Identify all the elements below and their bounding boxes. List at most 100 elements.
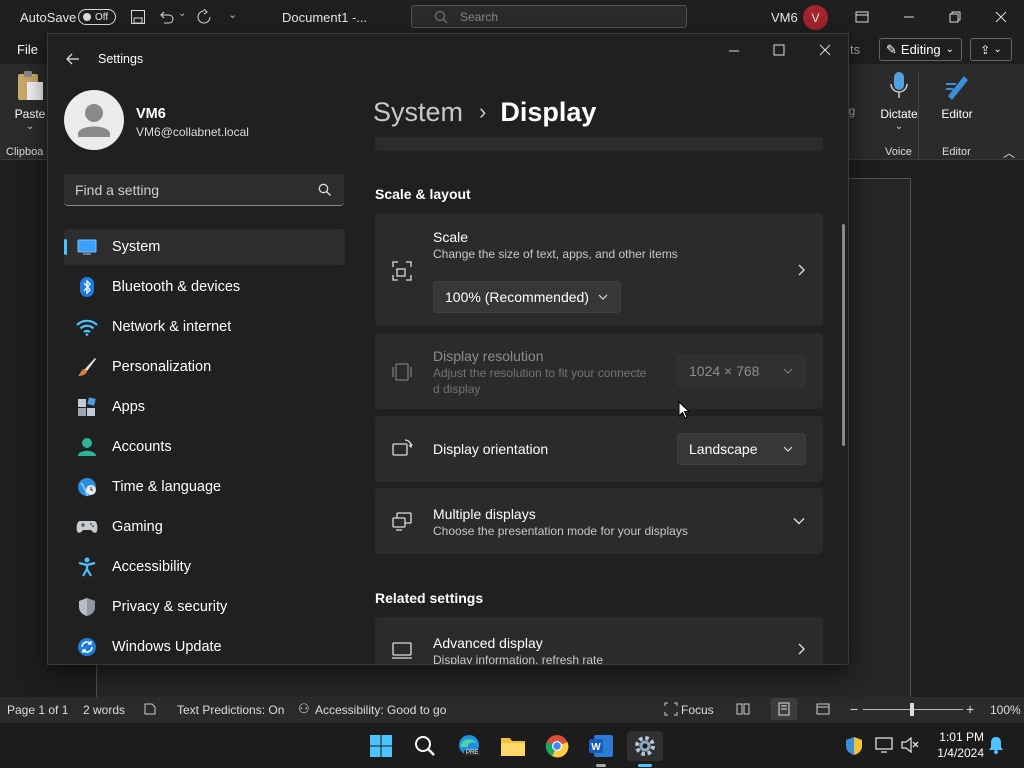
chevron-down-icon <box>783 446 793 452</box>
sidebar-item-apps[interactable]: Apps <box>64 389 345 425</box>
security-shield-icon[interactable] <box>845 736 863 756</box>
sidebar-item-personalization[interactable]: Personalization <box>64 349 345 385</box>
taskbar-settings[interactable] <box>627 731 663 767</box>
resolution-title: Display resolution <box>433 348 544 364</box>
word-search-box[interactable]: Search <box>411 5 687 28</box>
chevron-down-icon: ⌄ <box>894 121 904 132</box>
accessibility-icon <box>76 556 98 578</box>
chevron-down-icon <box>598 294 608 300</box>
focus-button[interactable]: Focus <box>681 703 714 717</box>
sidebar-item-windows-update[interactable]: Windows Update <box>64 629 345 664</box>
maximize-icon[interactable] <box>772 43 786 57</box>
back-arrow-icon[interactable] <box>66 52 80 66</box>
zoom-in-icon[interactable]: + <box>966 701 974 717</box>
orientation-title: Display orientation <box>433 441 549 457</box>
previous-card-partial <box>375 137 823 151</box>
mouse-cursor-icon <box>678 401 690 419</box>
taskbar-chrome[interactable] <box>542 731 572 761</box>
avatar[interactable] <box>64 90 124 150</box>
save-icon[interactable] <box>130 9 146 25</box>
apps-icon <box>76 396 98 418</box>
restore-icon[interactable] <box>948 10 962 24</box>
multiple-displays-card[interactable]: Multiple displays Choose the presentatio… <box>375 488 823 554</box>
minimize-icon[interactable] <box>902 10 916 24</box>
zoom-slider-thumb[interactable] <box>910 703 914 716</box>
page-count[interactable]: Page 1 of 1 <box>7 703 68 717</box>
notification-bell-icon[interactable] <box>988 736 1004 754</box>
settings-scrollbar[interactable] <box>842 224 845 446</box>
taskbar-word[interactable]: W <box>586 731 616 767</box>
minimize-icon[interactable] <box>727 44 741 58</box>
sidebar-item-accounts[interactable]: Accounts <box>64 429 345 465</box>
collapse-ribbon-icon[interactable]: ︿ <box>1003 144 1015 161</box>
read-mode-icon[interactable] <box>736 702 750 716</box>
advanced-display-subtitle: Display information, refresh rate <box>433 653 604 665</box>
text-predictions-status[interactable]: Text Predictions: On <box>177 703 284 717</box>
ribbon-display-icon[interactable] <box>855 10 869 24</box>
resolution-dropdown: 1024 × 768 <box>677 355 806 387</box>
chevron-down-icon <box>783 368 793 374</box>
advanced-display-card[interactable]: Advanced display Display information, re… <box>375 617 823 665</box>
find-setting-input[interactable]: Find a setting <box>64 174 344 206</box>
chevron-right-icon <box>798 264 805 275</box>
search-icon <box>415 736 435 756</box>
volume-muted-icon[interactable] <box>901 737 919 753</box>
accessibility-icon: ⚇ <box>298 701 310 716</box>
clipboard-group-label: Clipboa <box>6 146 44 158</box>
breadcrumb-separator: › <box>479 99 487 124</box>
editor-pen-icon <box>946 76 968 100</box>
settings-window: Settings VM6 VM6@collabnet.local Find a … <box>47 33 849 665</box>
scale-dropdown[interactable]: 100% (Recommended) <box>433 281 621 313</box>
sidebar-item-time-language[interactable]: Time & language <box>64 469 345 505</box>
chrome-icon <box>545 735 569 758</box>
close-icon[interactable] <box>818 43 832 57</box>
start-button[interactable] <box>366 731 396 761</box>
zoom-out-icon[interactable]: − <box>850 701 858 717</box>
undo-dropdown-icon[interactable]: ⌄ <box>178 8 186 19</box>
pencil-icon: ✎ <box>886 41 897 57</box>
editor-button[interactable]: Editor <box>936 70 978 134</box>
sidebar-item-privacy-security[interactable]: Privacy & security <box>64 589 345 625</box>
gear-icon <box>635 736 655 756</box>
clock[interactable]: 1:01 PM 1/4/2024 <box>928 729 984 761</box>
taskbar-file-explorer[interactable] <box>498 731 528 761</box>
network-icon[interactable] <box>875 737 893 753</box>
sidebar-item-accessibility[interactable]: Accessibility <box>64 549 345 585</box>
person-icon <box>78 104 110 137</box>
paste-button[interactable]: Paste ⌄ <box>12 70 48 134</box>
close-icon[interactable] <box>994 10 1008 24</box>
zoom-level[interactable]: 100% <box>990 703 1021 717</box>
word-user-avatar[interactable]: V <box>803 5 828 30</box>
sidebar-item-network[interactable]: Network & internet <box>64 309 345 345</box>
redo-icon[interactable] <box>196 9 212 25</box>
proofing-icon[interactable] <box>143 702 157 716</box>
scale-card[interactable]: Scale Change the size of text, apps, and… <box>375 213 823 326</box>
svg-text:W: W <box>591 742 601 753</box>
taskbar-edge-beta[interactable]: PRE <box>454 731 484 761</box>
taskbar-search-button[interactable] <box>410 731 440 761</box>
sidebar-item-system[interactable]: System <box>64 229 345 265</box>
autosave-toggle[interactable]: Off <box>78 9 116 25</box>
editing-mode-button[interactable]: ✎ Editing ⌄ <box>879 38 962 61</box>
word-count[interactable]: 2 words <box>83 703 125 717</box>
share-button[interactable]: ⇪ ⌄ <box>970 38 1012 61</box>
undo-icon[interactable] <box>158 9 174 25</box>
scale-title: Scale <box>433 229 469 245</box>
settings-title: Settings <box>98 52 144 66</box>
sidebar-item-bluetooth[interactable]: Bluetooth & devices <box>64 269 345 305</box>
orientation-dropdown[interactable]: Landscape <box>677 433 806 465</box>
ribbon-divider <box>918 72 919 160</box>
word-user-name[interactable]: VM6 <box>771 10 798 25</box>
print-layout-button[interactable] <box>771 698 797 720</box>
file-tab[interactable]: File <box>17 42 38 57</box>
accessibility-status[interactable]: Accessibility: Good to go <box>315 703 446 717</box>
autosave-label: AutoSave <box>20 10 77 25</box>
section-scale-layout: Scale & layout <box>375 186 471 202</box>
sidebar-item-gaming[interactable]: Gaming <box>64 509 345 545</box>
customize-toolbar-icon[interactable]: ⌄ <box>228 8 237 21</box>
ribbon-tab-partial[interactable]: ts <box>850 42 860 57</box>
web-layout-icon[interactable] <box>816 702 830 716</box>
voice-group-label: Voice <box>885 146 912 158</box>
dictate-button[interactable]: Dictate ⌄ <box>878 70 920 134</box>
breadcrumb-system[interactable]: System <box>373 97 463 128</box>
